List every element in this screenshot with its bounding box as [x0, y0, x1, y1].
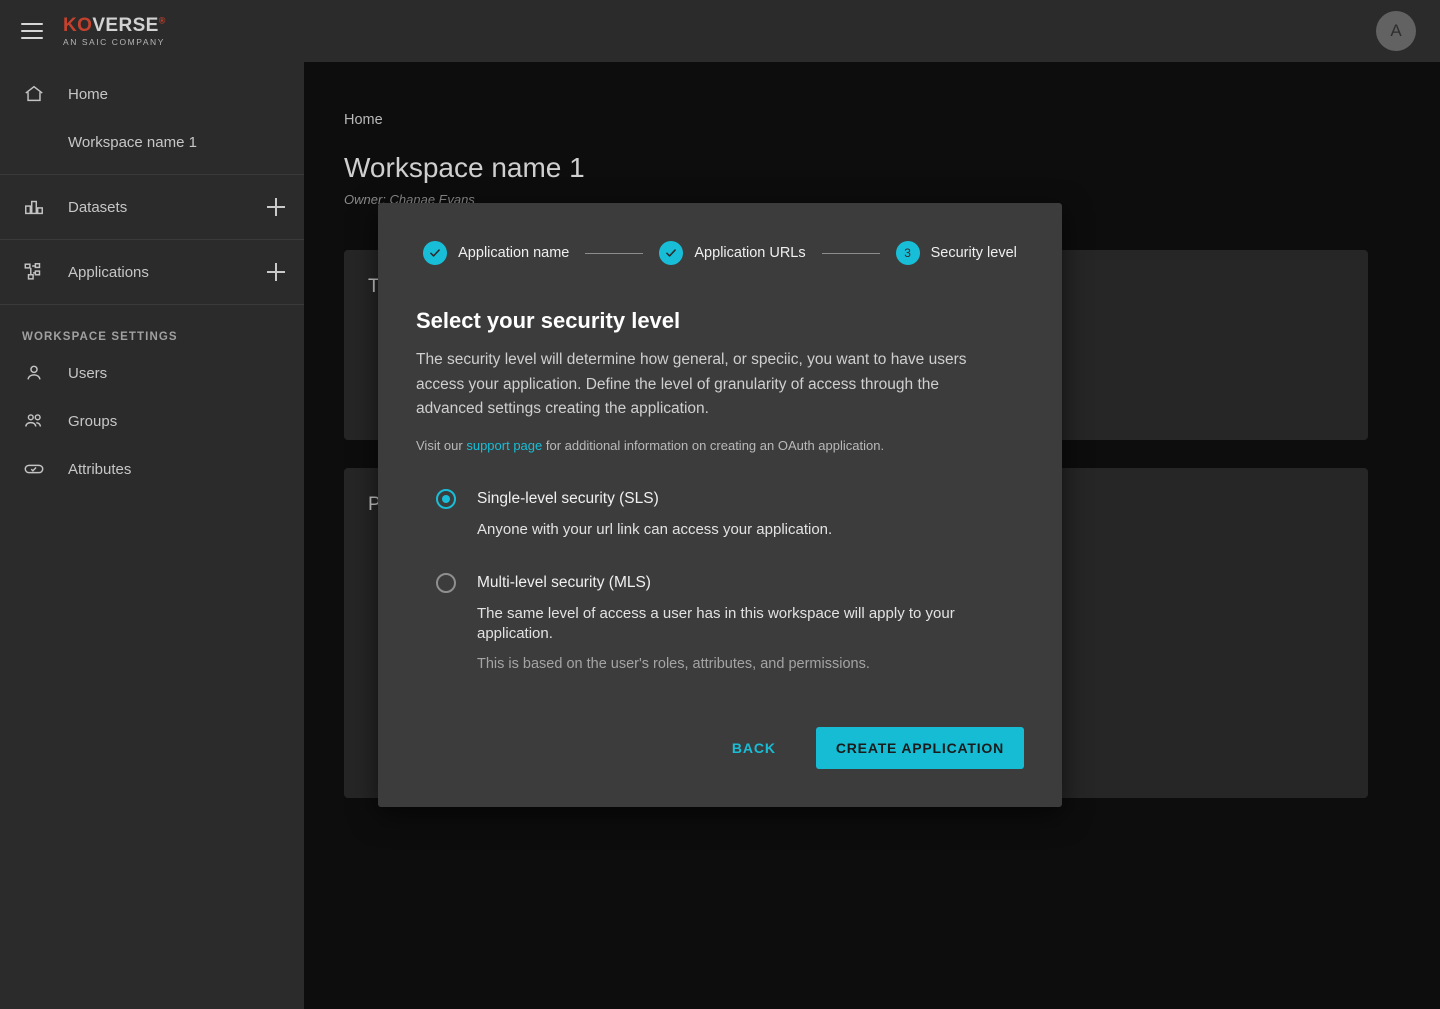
- create-application-button[interactable]: CREATE APPLICATION: [815, 727, 1024, 769]
- dialog-description: The security level will determine how ge…: [416, 351, 967, 417]
- wizard-step-application-urls[interactable]: Application URLs: [659, 241, 806, 265]
- wizard-step-application-name[interactable]: Application name: [423, 241, 569, 265]
- security-option-mls-header[interactable]: Multi-level security (MLS): [416, 573, 1024, 593]
- check-icon: [423, 241, 448, 265]
- security-option-sls-label: Single-level security (SLS): [477, 489, 659, 507]
- stepper-connector-1: [585, 252, 644, 254]
- wizard-step-security-level[interactable]: 3 Security level: [895, 241, 1017, 265]
- dialog-heading: Select your security level: [416, 308, 681, 333]
- security-level-radio-group: Single-level security (SLS) Anyone with …: [416, 488, 1024, 672]
- security-option-sls-description: Anyone with your url link can access you…: [477, 520, 833, 538]
- security-option-sls[interactable]: Single-level security (SLS) Anyone with …: [416, 488, 1024, 540]
- security-option-mls-description: The same level of access a user has in t…: [477, 605, 955, 642]
- support-note-suffix: for additional information on creating a…: [542, 437, 885, 453]
- radio-mls[interactable]: [436, 573, 456, 593]
- create-application-dialog: Application name Application URLs 3 Secu…: [378, 203, 1062, 807]
- wizard-step-security-level-label: Security level: [930, 245, 1017, 261]
- security-option-mls[interactable]: Multi-level security (MLS) The same leve…: [416, 573, 1024, 672]
- step-number-badge: 3: [895, 241, 920, 265]
- application-root: KOVERSE® AN SAIC COMPANY A Home Workspac…: [0, 0, 1440, 1009]
- wizard-step-application-urls-label: Application URLs: [694, 245, 806, 261]
- support-page-link[interactable]: support page: [466, 438, 542, 453]
- wizard-stepper: Application name Application URLs 3 Secu…: [416, 203, 1024, 265]
- check-icon: [659, 241, 684, 265]
- security-option-sls-header[interactable]: Single-level security (SLS): [416, 488, 1024, 509]
- security-option-mls-label: Multi-level security (MLS): [477, 574, 651, 591]
- support-note-prefix: Visit our: [416, 437, 467, 453]
- security-option-mls-subnote: This is based on the user's roles, attri…: [477, 656, 870, 672]
- support-note: Visit our support page for additional in…: [416, 438, 1024, 453]
- stepper-connector-2: [821, 252, 880, 254]
- radio-sls[interactable]: [436, 488, 456, 509]
- dialog-actions: BACK CREATE APPLICATION: [716, 727, 1024, 769]
- back-button[interactable]: BACK: [716, 730, 792, 766]
- wizard-step-application-name-label: Application name: [458, 245, 570, 261]
